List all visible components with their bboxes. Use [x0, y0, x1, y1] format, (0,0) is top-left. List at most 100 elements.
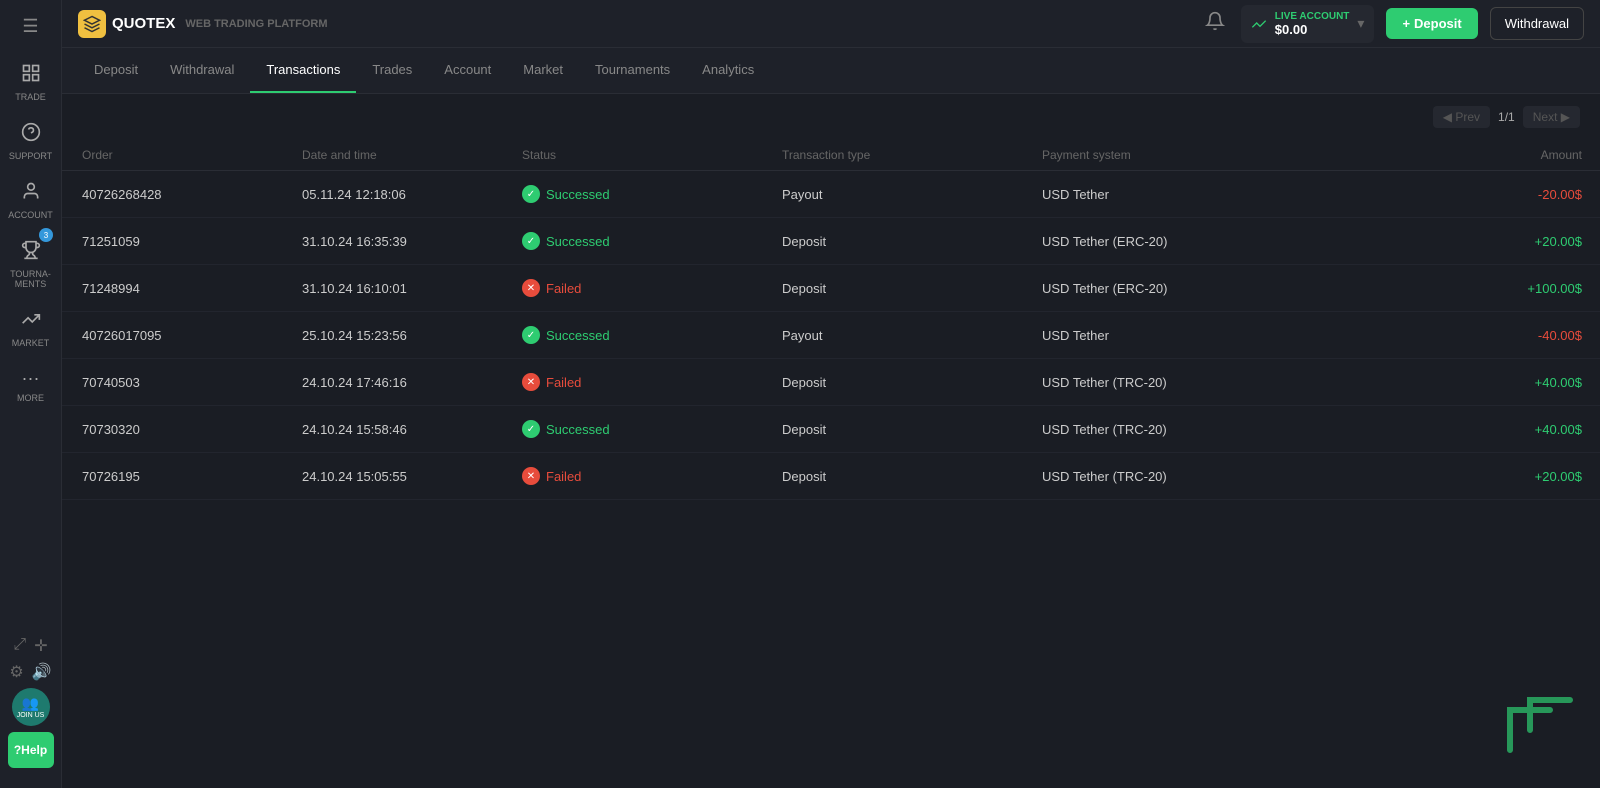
cell-payment-system: USD Tether (TRC-20)	[1042, 469, 1422, 484]
tab-transactions[interactable]: Transactions	[250, 48, 356, 93]
page-info: 1/1	[1498, 110, 1515, 124]
status-badge: ✕ Failed	[522, 373, 581, 391]
sidebar-item-more[interactable]: ··· MORE	[0, 358, 61, 413]
cell-transaction-type: Deposit	[782, 234, 1042, 249]
main-content: QUOTEX WEB TRADING PLATFORM LIVE ACCOUNT…	[62, 0, 1600, 788]
table-row: 40726268428 05.11.24 12:18:06 ✓ Successe…	[62, 171, 1600, 218]
prev-icon: ◀	[1443, 110, 1452, 124]
cell-order: 70740503	[82, 375, 302, 390]
status-badge: ✓ Successed	[522, 185, 610, 203]
menu-button[interactable]: ☰	[14, 8, 46, 45]
account-chevron-icon: ▾	[1357, 15, 1364, 32]
sidebar-item-market[interactable]: MARKET	[0, 299, 61, 358]
cell-order: 40726017095	[82, 328, 302, 343]
cell-transaction-type: Payout	[782, 187, 1042, 202]
cell-amount: +40.00$	[1422, 422, 1582, 437]
status-icon: ✓	[522, 185, 540, 203]
withdrawal-button[interactable]: Withdrawal	[1490, 7, 1584, 40]
watermark-logo	[1500, 680, 1580, 768]
tab-bar: Deposit Withdrawal Transactions Trades A…	[62, 48, 1600, 94]
cell-status: ✕ Failed	[522, 373, 782, 391]
cell-amount: +20.00$	[1422, 234, 1582, 249]
cell-payment-system: USD Tether	[1042, 328, 1422, 343]
sidebar-item-trade[interactable]: TRADE	[0, 53, 61, 112]
status-badge: ✓ Successed	[522, 326, 610, 344]
deposit-label: Deposit	[1414, 16, 1462, 31]
deposit-button[interactable]: + Deposit	[1386, 8, 1477, 39]
account-selector[interactable]: LIVE ACCOUNT $0.00 ▾	[1241, 5, 1375, 43]
support-icon	[21, 122, 41, 147]
sidebar-item-label-more: MORE	[17, 393, 44, 403]
sidebar-item-label-market: MARKET	[12, 338, 50, 348]
tab-analytics[interactable]: Analytics	[686, 48, 770, 93]
prev-button[interactable]: ◀ Prev	[1433, 106, 1490, 128]
cell-status: ✓ Successed	[522, 232, 782, 250]
expand-icon[interactable]: ⤢	[13, 636, 26, 656]
sidebar-item-label-trade: TRADE	[15, 92, 46, 102]
sidebar-item-tournaments[interactable]: 3 TOURNA-MENTS	[0, 230, 61, 299]
sidebar-item-label-account: ACCOUNT	[8, 210, 53, 220]
cell-transaction-type: Deposit	[782, 375, 1042, 390]
next-button[interactable]: Next ▶	[1523, 106, 1580, 128]
cell-order: 71248994	[82, 281, 302, 296]
status-badge: ✓ Successed	[522, 232, 610, 250]
account-details: LIVE ACCOUNT $0.00	[1275, 11, 1350, 37]
cell-status: ✓ Successed	[522, 326, 782, 344]
tab-market[interactable]: Market	[507, 48, 579, 93]
amount-value: +40.00$	[1535, 422, 1582, 437]
platform-subtitle: WEB TRADING PLATFORM	[185, 18, 327, 30]
cell-payment-system: USD Tether (TRC-20)	[1042, 422, 1422, 437]
table-body: 40726268428 05.11.24 12:18:06 ✓ Successe…	[62, 171, 1600, 500]
cell-order: 40726268428	[82, 187, 302, 202]
sidebar-controls: ⤢ ✛	[13, 636, 47, 656]
sidebar-item-account[interactable]: ACCOUNT	[0, 171, 61, 230]
tab-account[interactable]: Account	[428, 48, 507, 93]
add-icon[interactable]: ✛	[34, 636, 47, 656]
cell-datetime: 24.10.24 15:58:46	[302, 422, 522, 437]
cell-transaction-type: Deposit	[782, 422, 1042, 437]
notification-button[interactable]	[1201, 7, 1229, 40]
amount-value: +100.00$	[1527, 281, 1582, 296]
col-status: Status	[522, 148, 782, 162]
header: QUOTEX WEB TRADING PLATFORM LIVE ACCOUNT…	[62, 0, 1600, 48]
status-icon: ✓	[522, 232, 540, 250]
sound-icon[interactable]: 🔊	[32, 662, 52, 682]
cell-transaction-type: Payout	[782, 328, 1042, 343]
cell-transaction-type: Deposit	[782, 469, 1042, 484]
table-row: 70726195 24.10.24 15:05:55 ✕ Failed Depo…	[62, 453, 1600, 500]
cell-payment-system: USD Tether (TRC-20)	[1042, 375, 1422, 390]
cell-order: 70730320	[82, 422, 302, 437]
status-icon: ✓	[522, 326, 540, 344]
table-row: 70740503 24.10.24 17:46:16 ✕ Failed Depo…	[62, 359, 1600, 406]
amount-value: -20.00$	[1538, 187, 1582, 202]
col-order: Order	[82, 148, 302, 162]
join-us-label: JOIN US	[17, 712, 45, 719]
status-badge: ✕ Failed	[522, 467, 581, 485]
status-icon: ✓	[522, 420, 540, 438]
tab-deposit[interactable]: Deposit	[78, 48, 154, 93]
sidebar-settings: ⚙ 🔊	[9, 662, 51, 682]
tab-withdrawal[interactable]: Withdrawal	[154, 48, 250, 93]
tab-trades[interactable]: Trades	[356, 48, 428, 93]
tab-tournaments[interactable]: Tournaments	[579, 48, 686, 93]
market-icon	[21, 309, 41, 334]
join-us-button[interactable]: 👥 JOIN US	[12, 688, 50, 726]
col-datetime: Date and time	[302, 148, 522, 162]
logo: QUOTEX WEB TRADING PLATFORM	[78, 10, 328, 38]
cell-datetime: 25.10.24 15:23:56	[302, 328, 522, 343]
help-button[interactable]: ? Help	[8, 732, 54, 768]
table-row: 71248994 31.10.24 16:10:01 ✕ Failed Depo…	[62, 265, 1600, 312]
table-row: 70730320 24.10.24 15:58:46 ✓ Successed D…	[62, 406, 1600, 453]
settings-icon[interactable]: ⚙	[9, 662, 23, 682]
transactions-table: Order Date and time Status Transaction t…	[62, 140, 1600, 500]
more-icon: ···	[22, 368, 40, 389]
pagination: ◀ Prev 1/1 Next ▶	[62, 94, 1600, 140]
sidebar-item-label-tournaments: TOURNA-MENTS	[10, 269, 51, 289]
status-badge: ✓ Successed	[522, 420, 610, 438]
table-row: 40726017095 25.10.24 15:23:56 ✓ Successe…	[62, 312, 1600, 359]
amount-value: -40.00$	[1538, 328, 1582, 343]
amount-value: +20.00$	[1535, 469, 1582, 484]
prev-label: Prev	[1455, 110, 1480, 124]
sidebar-item-support[interactable]: SUPPORT	[0, 112, 61, 171]
help-label: Help	[21, 743, 47, 757]
